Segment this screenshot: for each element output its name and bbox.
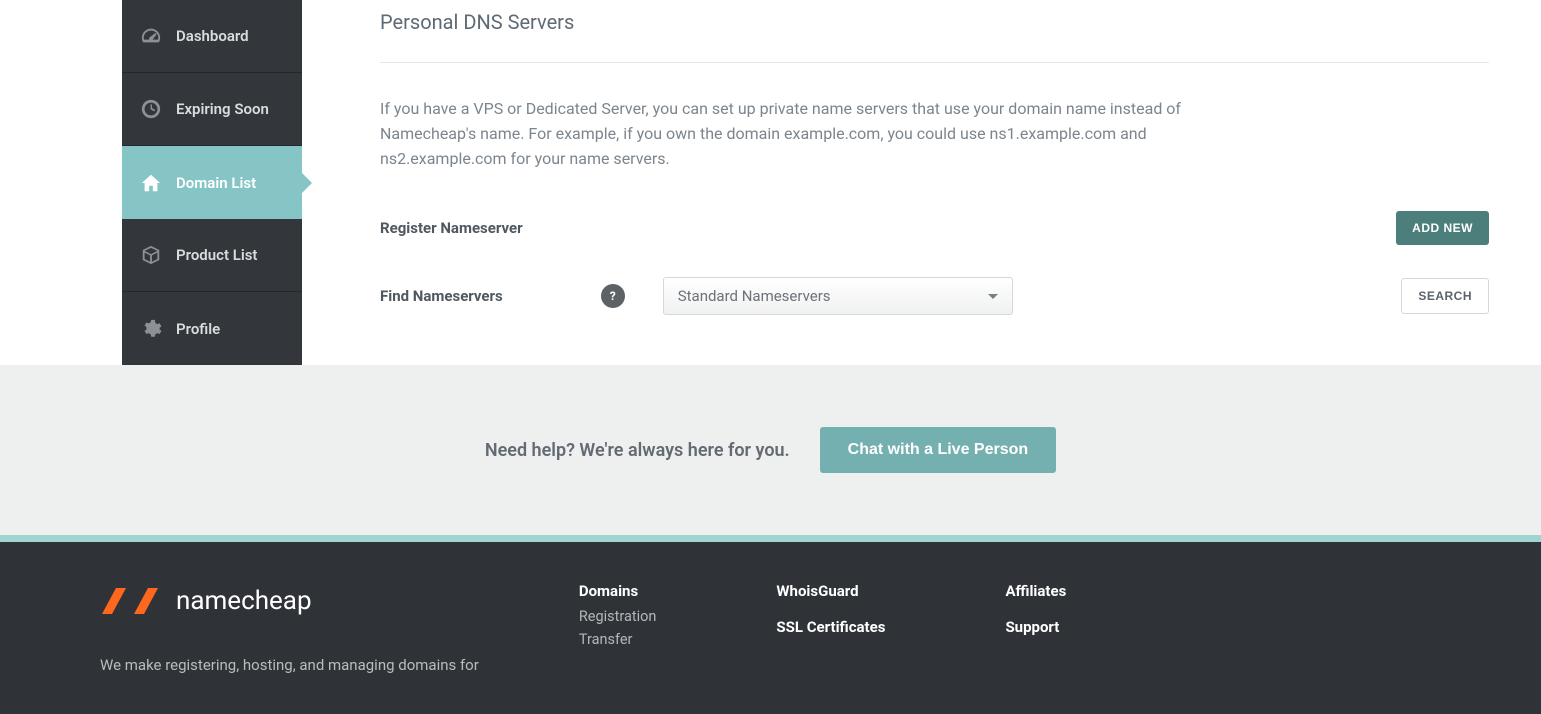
sidebar-item-label: Dashboard bbox=[176, 27, 249, 45]
box-icon bbox=[140, 244, 162, 266]
find-nameservers-label: Find Nameservers bbox=[380, 287, 503, 305]
footer-col-affiliates: Affiliates Support bbox=[1005, 582, 1066, 674]
register-nameserver-label: Register Nameserver bbox=[380, 219, 523, 237]
dropdown-value: Standard Nameservers bbox=[678, 287, 831, 305]
footer-accent-strip bbox=[0, 535, 1541, 542]
gauge-icon bbox=[140, 25, 162, 47]
brand: namecheap bbox=[100, 582, 479, 620]
help-bar: Need help? We're always here for you. Ch… bbox=[0, 365, 1541, 535]
footer-heading: Domains bbox=[579, 582, 657, 600]
footer-heading: Affiliates bbox=[1005, 582, 1066, 600]
help-text: Need help? We're always here for you. bbox=[485, 440, 790, 461]
divider bbox=[380, 62, 1489, 63]
search-button[interactable]: SEARCH bbox=[1401, 278, 1489, 314]
page-title: Personal DNS Servers bbox=[380, 10, 1489, 34]
sidebar-item-domain-list[interactable]: Domain List bbox=[122, 146, 302, 219]
footer-heading: Support bbox=[1005, 618, 1066, 636]
home-icon bbox=[140, 172, 162, 194]
sidebar: Dashboard Expiring Soon Domain List Prod… bbox=[122, 0, 302, 365]
footer-col-domains: Domains Registration Transfer bbox=[579, 582, 657, 674]
sidebar-item-expiring[interactable]: Expiring Soon bbox=[122, 73, 302, 146]
footer-col-whoisguard: WhoisGuard SSL Certificates bbox=[776, 582, 885, 674]
footer-heading: SSL Certificates bbox=[776, 618, 885, 636]
brand-name: namecheap bbox=[176, 586, 312, 616]
namecheap-logo-icon bbox=[100, 582, 160, 620]
sidebar-item-label: Profile bbox=[176, 320, 220, 338]
main-panel: Personal DNS Servers If you have a VPS o… bbox=[302, 0, 1541, 365]
sidebar-item-profile[interactable]: Profile bbox=[122, 292, 302, 365]
page-description: If you have a VPS or Dedicated Server, y… bbox=[380, 97, 1200, 171]
help-icon[interactable]: ? bbox=[601, 284, 625, 308]
gear-icon bbox=[140, 318, 162, 340]
footer-link-transfer[interactable]: Transfer bbox=[579, 631, 657, 648]
footer-heading: WhoisGuard bbox=[776, 582, 885, 600]
sidebar-item-dashboard[interactable]: Dashboard bbox=[122, 0, 302, 73]
sidebar-item-label: Domain List bbox=[176, 174, 256, 192]
footer: namecheap We make registering, hosting, … bbox=[0, 542, 1541, 714]
nameservers-dropdown[interactable]: Standard Nameservers bbox=[663, 277, 1013, 315]
footer-tagline: We make registering, hosting, and managi… bbox=[100, 656, 479, 674]
chevron-down-icon bbox=[988, 294, 998, 304]
chat-button[interactable]: Chat with a Live Person bbox=[820, 427, 1056, 473]
footer-link-registration[interactable]: Registration bbox=[579, 608, 657, 625]
add-new-button[interactable]: ADD NEW bbox=[1396, 211, 1489, 245]
sidebar-item-product-list[interactable]: Product List bbox=[122, 219, 302, 292]
clock-icon bbox=[140, 98, 162, 120]
sidebar-item-label: Expiring Soon bbox=[176, 100, 269, 118]
sidebar-item-label: Product List bbox=[176, 246, 257, 264]
